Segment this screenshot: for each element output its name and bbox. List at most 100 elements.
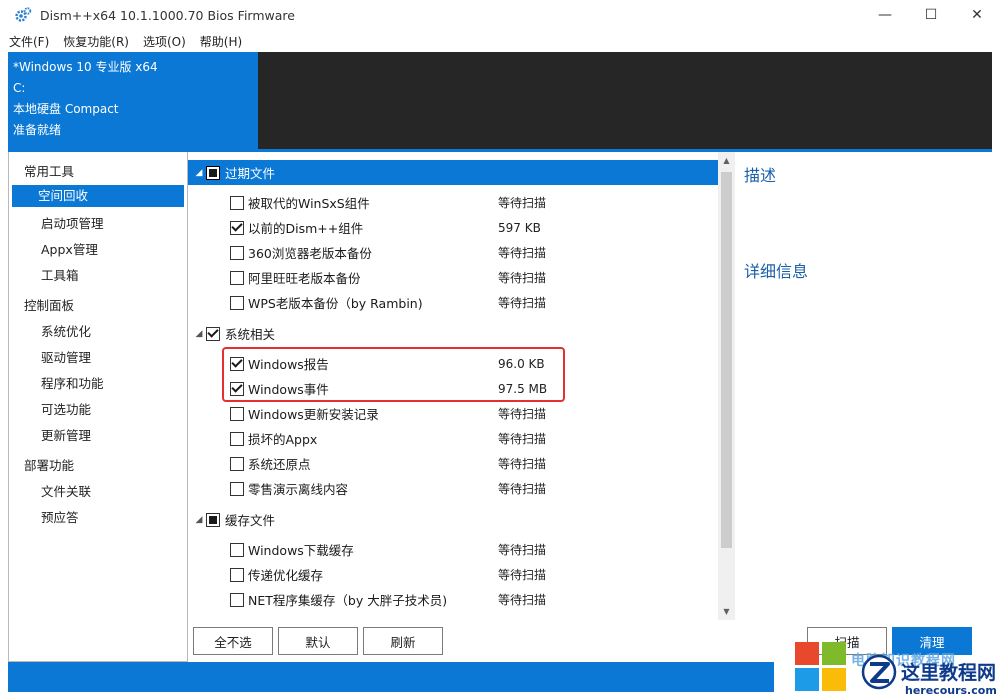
checkbox[interactable]: [230, 220, 244, 235]
checkbox[interactable]: [230, 456, 244, 471]
sidebar-item-updates[interactable]: 更新管理: [12, 423, 184, 449]
item-label: 传递优化缓存: [248, 568, 324, 583]
tree-item[interactable]: 阿里旺旺老版本备份 等待扫描: [188, 265, 718, 290]
tree-item[interactable]: 零售演示离线内容 等待扫描: [188, 476, 718, 501]
menu-restore[interactable]: 恢复功能(R): [63, 33, 129, 50]
status-bar: [8, 662, 774, 692]
tree-item[interactable]: WPS老版本备份（by Rambin) 等待扫描: [188, 290, 718, 315]
item-label: Windows下载缓存: [248, 543, 354, 558]
checkbox[interactable]: [230, 431, 244, 446]
sidebar-item-toolbox[interactable]: 工具箱: [12, 263, 184, 289]
checkbox[interactable]: [230, 592, 244, 607]
scroll-down-icon[interactable]: ▼: [718, 603, 735, 620]
item-status: 等待扫描: [498, 271, 547, 285]
item-label: 损坏的Appx: [248, 432, 318, 447]
sidebar-item-driver[interactable]: 驱动管理: [12, 345, 184, 371]
deselect-all-button[interactable]: 全不选: [193, 627, 273, 655]
tree-item[interactable]: 系统还原点 等待扫描: [188, 451, 718, 476]
checkbox-group-system[interactable]: [206, 326, 220, 341]
item-status: 等待扫描: [498, 432, 547, 446]
tree-item[interactable]: 传递优化缓存 等待扫描: [188, 562, 718, 587]
checkbox[interactable]: [230, 270, 244, 285]
checkbox-group-cache[interactable]: [206, 512, 220, 527]
scroll-thumb[interactable]: [721, 172, 732, 548]
item-label: 零售演示离线内容: [248, 482, 349, 497]
checkbox[interactable]: [230, 195, 244, 210]
tree-item[interactable]: Windows更新安装记录 等待扫描: [188, 401, 718, 426]
checkbox[interactable]: [230, 481, 244, 496]
sidebar-item-file-assoc[interactable]: 文件关联: [12, 479, 184, 505]
os-name: *Windows 10 专业版 x64: [13, 60, 158, 74]
refresh-button[interactable]: 刷新: [363, 627, 443, 655]
menu-help[interactable]: 帮助(H): [200, 33, 242, 50]
item-status: 等待扫描: [498, 246, 547, 260]
tree-item[interactable]: 以前的Dism++组件 597 KB: [188, 215, 718, 240]
item-status: 等待扫描: [498, 482, 547, 496]
item-label: WPS老版本备份（by Rambin): [248, 296, 423, 311]
tree-group-label: 系统相关: [225, 327, 276, 342]
collapse-arrow-icon[interactable]: ◢: [194, 168, 204, 178]
tree-item[interactable]: NET程序集缓存（by 大胖子技术员) 等待扫描: [188, 587, 718, 612]
nav-group-control-panel: 控制面板: [24, 298, 75, 313]
tree-group-expired-files[interactable]: ◢ 过期文件: [188, 160, 718, 185]
sidebar-item-programs[interactable]: 程序和功能: [12, 371, 184, 397]
item-label: NET程序集缓存（by 大胖子技术员): [248, 593, 448, 608]
close-button[interactable]: ✕: [954, 0, 1000, 30]
item-status: 597 KB: [498, 220, 541, 235]
tree-item[interactable]: 360浏览器老版本备份 等待扫描: [188, 240, 718, 265]
collapse-arrow-icon[interactable]: ◢: [194, 329, 204, 339]
item-status: 等待扫描: [498, 593, 547, 607]
site-logo-icon: [861, 654, 897, 690]
item-label: 360浏览器老版本备份: [248, 246, 372, 261]
sidebar-nav: 常用工具 空间回收 启动项管理 Appx管理 工具箱 控制面板 系统优化 驱动管…: [8, 152, 188, 662]
sidebar-item-system-optimize[interactable]: 系统优化: [12, 319, 184, 345]
checkbox[interactable]: [230, 295, 244, 310]
app-gear-icon: [14, 6, 32, 24]
drive-letter: C:: [13, 81, 26, 95]
menu-file[interactable]: 文件(F): [9, 33, 49, 50]
watermark-url: herecours.com: [905, 684, 997, 697]
tree-group-system[interactable]: ◢ 系统相关: [188, 321, 718, 346]
tree-item[interactable]: 损坏的Appx 等待扫描: [188, 426, 718, 451]
system-info-panel[interactable]: *Windows 10 专业版 x64 C: 本地硬盘 Compact 准备就绪: [8, 52, 258, 149]
checkbox[interactable]: [230, 245, 244, 260]
sidebar-item-optional-features[interactable]: 可选功能: [12, 397, 184, 423]
checkbox[interactable]: [230, 406, 244, 421]
checkbox[interactable]: [230, 542, 244, 557]
tree-group-label: 过期文件: [225, 166, 276, 181]
checkbox[interactable]: [230, 567, 244, 582]
session-list-area: [258, 52, 992, 149]
tree-item[interactable]: Windows下载缓存 等待扫描: [188, 537, 718, 562]
item-status: 等待扫描: [498, 296, 547, 310]
minimize-button[interactable]: —: [862, 0, 908, 30]
default-button[interactable]: 默认: [278, 627, 358, 655]
sidebar-item-startup[interactable]: 启动项管理: [12, 211, 184, 237]
item-label: 被取代的WinSxS组件: [248, 196, 370, 211]
status-text: 准备就绪: [13, 123, 62, 137]
sidebar-item-pre-answer[interactable]: 预应答: [12, 505, 184, 531]
watermark-site-name: 这里教程网: [901, 662, 997, 684]
sidebar-item-appx[interactable]: Appx管理: [12, 237, 184, 263]
checkbox-group-expired[interactable]: [206, 165, 220, 180]
maximize-button[interactable]: ☐: [908, 0, 954, 30]
title-bar: Dism++x64 10.1.1000.70 Bios Firmware — ☐…: [0, 0, 1000, 30]
description-heading: 描述: [744, 166, 777, 185]
collapse-arrow-icon[interactable]: ◢: [194, 515, 204, 525]
tree-group-cache[interactable]: ◢ 缓存文件: [188, 507, 718, 532]
item-status: 等待扫描: [498, 568, 547, 582]
sidebar-item-space-cleanup[interactable]: 空间回收: [12, 185, 184, 207]
disk-type: 本地硬盘 Compact: [13, 102, 119, 116]
highlight-annotation: [222, 347, 565, 402]
description-panel: 描述 详细信息: [736, 152, 992, 622]
scroll-up-icon[interactable]: ▲: [718, 152, 735, 169]
menu-bar: 文件(F) 恢复功能(R) 选项(O) 帮助(H): [0, 30, 1000, 52]
tree-item[interactable]: 被取代的WinSxS组件 等待扫描: [188, 190, 718, 215]
nav-group-common-tools: 常用工具: [24, 164, 75, 179]
item-status: 等待扫描: [498, 407, 547, 421]
menu-options[interactable]: 选项(O): [143, 33, 186, 50]
tree-group-label: 缓存文件: [225, 513, 276, 528]
item-label: 阿里旺旺老版本备份: [248, 271, 361, 286]
item-status: 等待扫描: [498, 457, 547, 471]
tree-scrollbar[interactable]: ▲ ▼: [718, 152, 735, 620]
item-label: Windows更新安装记录: [248, 407, 379, 422]
